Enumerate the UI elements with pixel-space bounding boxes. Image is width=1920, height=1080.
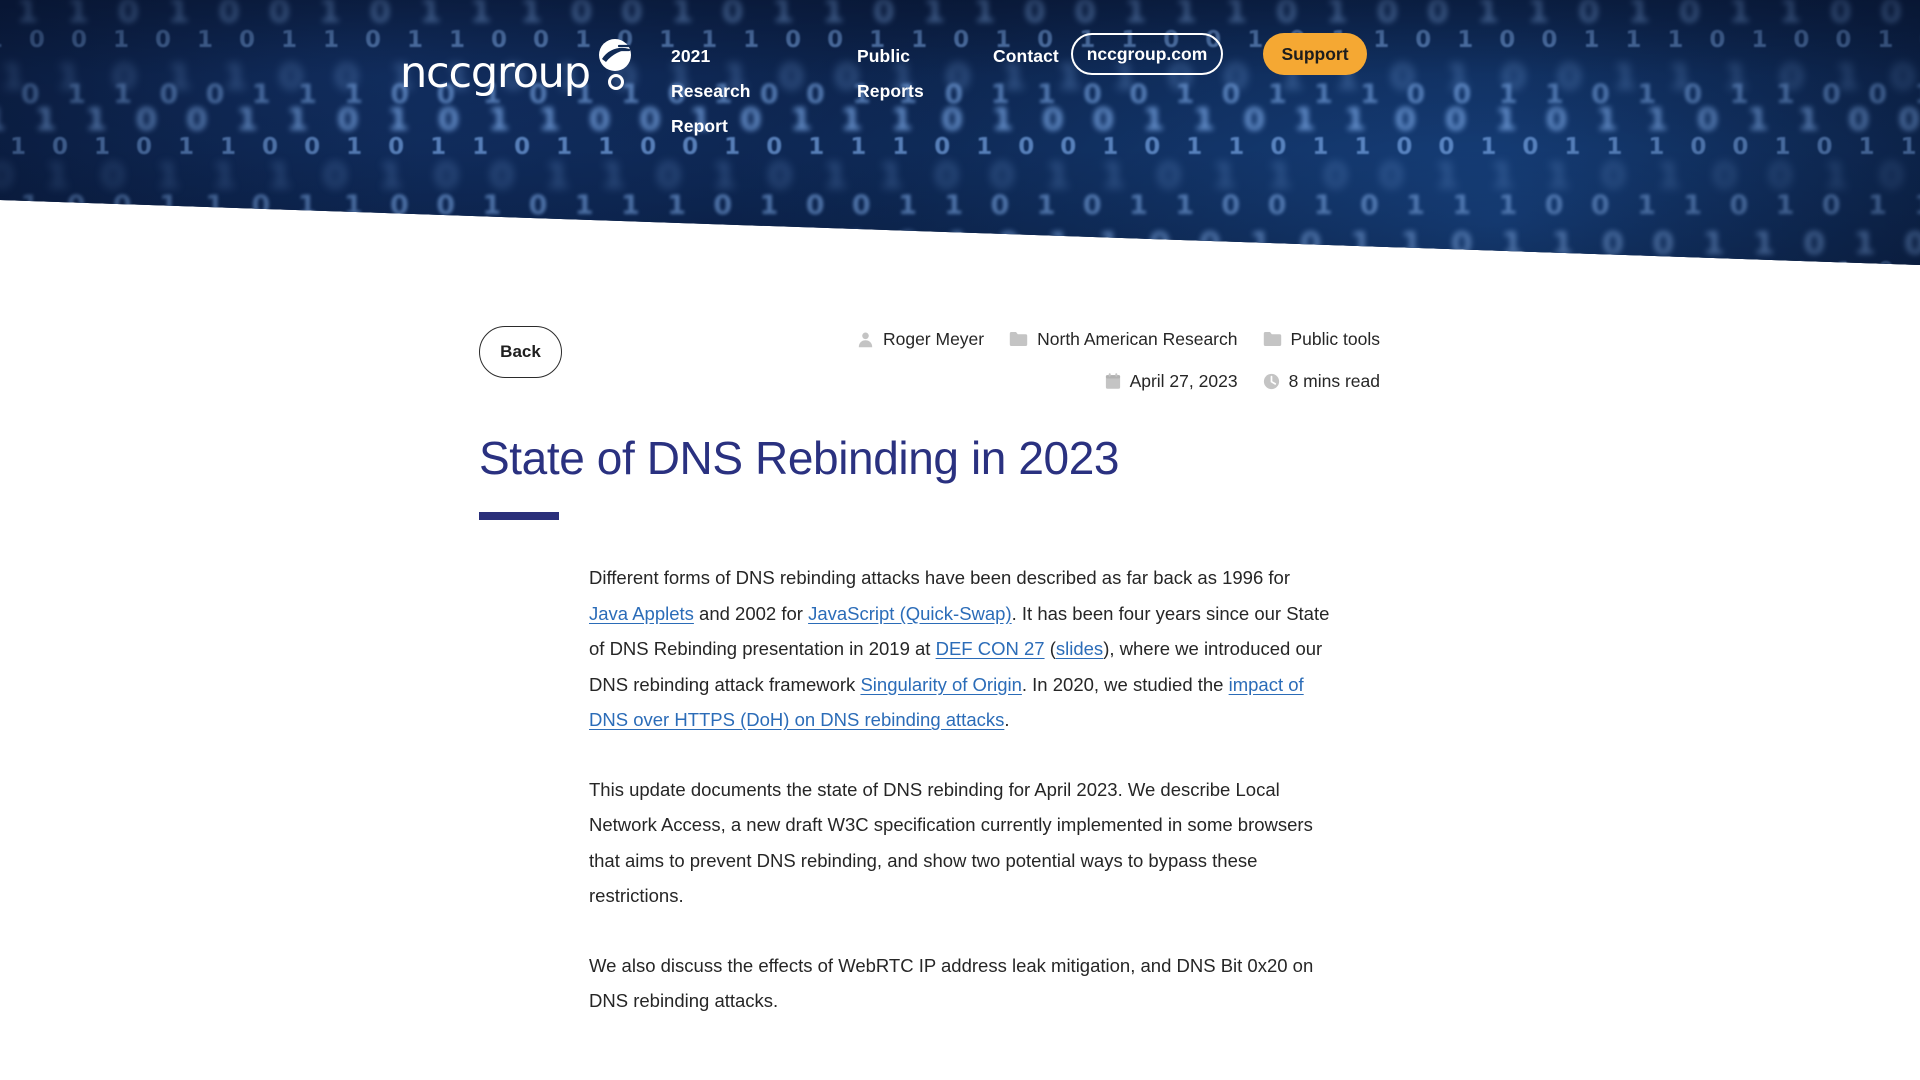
publish-date: April 27, 2023 [1129, 370, 1238, 391]
article-paragraph: Different forms of DNS rebinding attacks… [589, 560, 1331, 738]
nccgroup-logo[interactable]: nccgroup [400, 38, 638, 98]
article-text: We also discuss the effects of WebRTC IP… [589, 954, 1314, 1012]
support-button[interactable]: Support [1263, 33, 1367, 75]
title-accent-rule [479, 512, 559, 520]
article-metadata: Roger Meyer North American Research Publ… [843, 318, 1380, 402]
article-link[interactable]: DEF CON 27 [936, 638, 1045, 659]
article-text: This update documents the state of DNS r… [589, 778, 1313, 907]
article-text: . [1004, 709, 1010, 730]
article-link[interactable]: Singularity of Origin [860, 674, 1021, 695]
article-link[interactable]: Java Applets [589, 603, 694, 624]
back-button[interactable]: Back [479, 326, 562, 378]
metadata-tag: Public tools [1263, 328, 1381, 350]
article-link[interactable]: JavaScript (Quick-Swap) [808, 603, 1012, 624]
metadata-read-time: 8 mins read [1263, 371, 1380, 392]
article-text: ( [1044, 638, 1056, 659]
folder-icon [1009, 332, 1028, 346]
author-name: Roger Meyer [882, 328, 985, 349]
article-link[interactable]: slides [1056, 638, 1103, 659]
site-header: nccgroup 2021 Research Report Public Rep… [0, 0, 1920, 140]
page-title: State of DNS Rebinding in 2023 [479, 432, 1120, 484]
article-body: Different forms of DNS rebinding attacks… [589, 560, 1331, 1053]
metadata-author: Roger Meyer [857, 329, 984, 350]
logo-wordmark: nccgroup [400, 48, 591, 98]
article-paragraph: We also discuss the effects of WebRTC IP… [589, 948, 1331, 1019]
read-time: 8 mins read [1288, 370, 1380, 391]
person-icon [858, 332, 873, 347]
logo-dot-icon [608, 74, 624, 90]
article-text: and 2002 for [693, 602, 809, 624]
nccgroup-swoosh-logo-icon [599, 39, 631, 71]
metadata-row-primary: Roger Meyer North American Research Publ… [843, 318, 1380, 360]
article-text: . In 2020, we studied the [1021, 673, 1229, 695]
metadata-category: North American Research [1009, 328, 1238, 350]
nav-item-2021-research-report[interactable]: 2021 Research Report [671, 39, 791, 144]
article-text: Different forms of DNS rebinding attacks… [589, 567, 1290, 588]
nav-item-public-reports[interactable]: Public Reports [857, 39, 949, 109]
nccgroup-com-button[interactable]: nccgroup.com [1071, 33, 1223, 75]
tag-name: Public tools [1290, 328, 1381, 349]
binary-row: 1 0 0 1 0 1 1 1 1 1 1 1 0 0 1 1 1 1 1 1 … [0, 258, 1920, 265]
folder-icon [1263, 332, 1281, 346]
calendar-icon [1105, 372, 1120, 389]
metadata-row-secondary: April 27, 2023 8 mins read [843, 360, 1380, 402]
nav-item-contact[interactable]: Contact [993, 39, 1059, 74]
metadata-date: April 27, 2023 [1105, 371, 1238, 392]
article-paragraph: This update documents the state of DNS r… [589, 772, 1331, 914]
clock-icon [1263, 373, 1279, 389]
category-name: North American Research [1037, 328, 1238, 349]
